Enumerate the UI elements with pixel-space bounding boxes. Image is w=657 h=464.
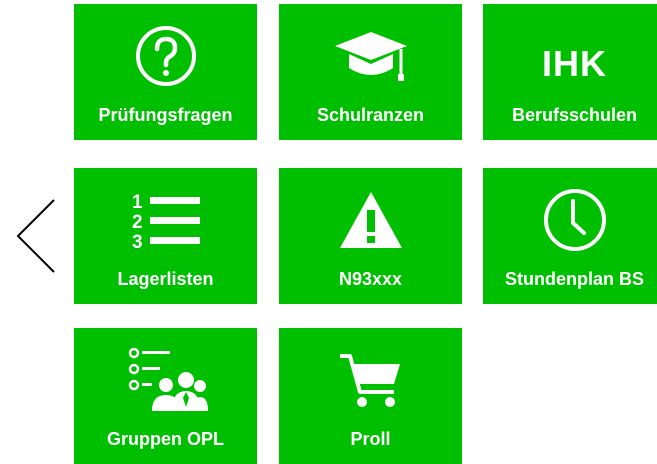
warning-triangle-icon: [339, 192, 402, 248]
tile-label: Gruppen OPL: [107, 429, 224, 449]
tile-label: Prüfungsfragen: [98, 105, 233, 125]
graduation-cap-icon: [334, 32, 407, 81]
tile-proll[interactable]: Proll: [279, 328, 462, 464]
svg-text:3: 3: [132, 232, 143, 250]
tile-berufsschulen[interactable]: IHK Berufsschulen: [483, 4, 657, 140]
tile-n93xxx[interactable]: N93xxx: [279, 168, 462, 304]
clock-icon: [543, 189, 606, 251]
tile-lagerlisten[interactable]: 1 2 3 Lagerlisten: [74, 168, 257, 304]
tile-stundenplan-bs[interactable]: Stundenplan BS: [483, 168, 657, 304]
tile-label: Schulranzen: [316, 105, 425, 125]
tile-pruefungsfragen[interactable]: Prüfungsfragen: [74, 4, 257, 140]
svg-text:2: 2: [132, 212, 143, 233]
ihk-text-icon: IHK: [542, 43, 607, 84]
svg-text:1: 1: [132, 192, 143, 213]
tile-label: Proll: [350, 429, 391, 449]
tile-label: Berufsschulen: [511, 105, 638, 125]
tile-launcher-page: Prüfungsfragen Schulranzen IHK Berufssch…: [0, 0, 657, 464]
tile-gruppen-opl[interactable]: Gruppen OPL: [74, 328, 257, 464]
tile-label: Lagerlisten: [117, 269, 214, 289]
numbered-list-icon: 1 2 3: [132, 192, 200, 250]
group-list-icon: [128, 347, 208, 411]
tile-schulranzen[interactable]: Schulranzen: [279, 4, 462, 140]
question-circle-icon: [135, 26, 196, 86]
tile-label: N93xxx: [338, 269, 403, 289]
back-button[interactable]: [14, 196, 58, 276]
shopping-cart-icon: [339, 354, 400, 407]
tile-label: Stundenplan BS: [505, 269, 644, 289]
chevron-left-icon: [16, 199, 55, 273]
